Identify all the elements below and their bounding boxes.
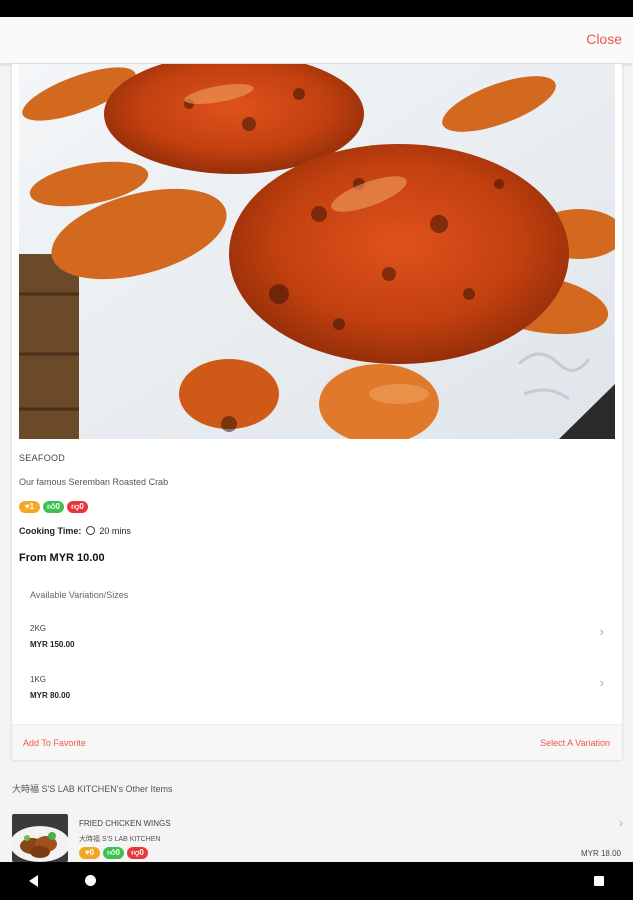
other-item-badges: ♥0 👍︎0 👎︎0	[79, 847, 148, 859]
variation-name: 2KG	[30, 624, 47, 633]
chevron-right-icon: ›	[599, 624, 604, 639]
other-item-price: MYR 18.00	[580, 849, 621, 858]
item-category: SEAFOOD	[19, 453, 66, 463]
other-items-title: 大時福 S'S LAB KITCHEN's Other Items	[12, 784, 173, 794]
status-bar	[0, 0, 633, 17]
variation-row-1kg[interactable]: 1KG MYR 80.00 ›	[12, 667, 622, 715]
variation-price: MYR 150.00	[30, 640, 75, 649]
thumbs-up-count-badge: 👍︎0	[103, 847, 124, 859]
chevron-right-icon: ›	[599, 675, 604, 690]
chevron-right-icon: ›	[619, 816, 623, 830]
back-icon[interactable]	[29, 875, 38, 887]
cooking-time: Cooking Time: 20 mins	[19, 526, 131, 536]
variation-name: 1KG	[30, 675, 47, 684]
variations-title: Available Variation/Sizes	[30, 590, 129, 600]
cooking-time-value: 20 mins	[99, 526, 131, 536]
chicken-wings-photo	[12, 814, 68, 862]
item-description: Our famous Seremban Roasted Crab	[19, 477, 169, 487]
home-icon[interactable]	[85, 875, 96, 886]
card-actions: Add To Favorite Select A Variation	[12, 724, 622, 760]
item-detail-card: SEAFOOD Our famous Seremban Roasted Crab…	[12, 64, 622, 760]
other-item-row[interactable]: FRIED CHICKEN WINGS 大時福 S'S LAB KITCHEN …	[0, 812, 633, 862]
thumbs-down-count-badge: 👎︎0	[127, 847, 148, 859]
cooking-time-label: Cooking Time:	[19, 526, 82, 536]
heart-count-badge: ♥1	[19, 501, 40, 513]
variation-price: MYR 80.00	[30, 691, 71, 700]
from-price: From MYR 10.00	[19, 552, 105, 564]
clock-icon	[85, 526, 95, 535]
recent-apps-icon[interactable]	[594, 876, 604, 886]
thumbs-up-count-badge: 👍︎0	[43, 501, 64, 513]
heart-count-badge: ♥0	[79, 847, 100, 859]
system-navigation-bar	[0, 862, 633, 900]
top-app-bar: Close	[0, 17, 633, 64]
item-badges: ♥1 👍︎0 👎︎0	[19, 501, 88, 513]
thumbs-down-count-badge: 👎︎0	[67, 501, 88, 513]
item-thumbnail	[12, 814, 68, 862]
other-item-shop: 大時福 S'S LAB KITCHEN	[79, 836, 161, 843]
variation-row-2kg[interactable]: 2KG MYR 150.00 ›	[12, 616, 622, 664]
crab-photo-illustration	[19, 64, 615, 439]
select-variation-button[interactable]: Select A Variation	[540, 738, 610, 748]
close-button[interactable]: Close	[586, 31, 622, 47]
other-item-name: FRIED CHICKEN WINGS	[79, 819, 171, 828]
food-photo	[19, 64, 615, 439]
add-to-favorite-button[interactable]: Add To Favorite	[23, 738, 86, 748]
